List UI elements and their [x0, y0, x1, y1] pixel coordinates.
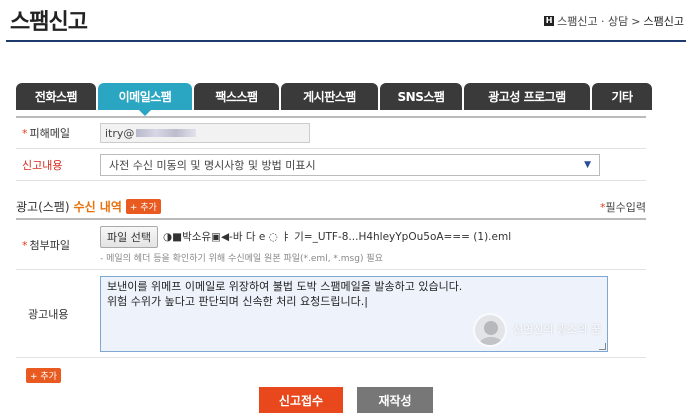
- victim-email-field[interactable]: itry@: [100, 123, 310, 143]
- victim-email-label: * 피해메일: [22, 127, 70, 140]
- home-icon[interactable]: H: [544, 16, 555, 26]
- page-title: 스팸신고: [10, 10, 88, 35]
- ad-content-label: 광고내용: [28, 307, 69, 321]
- tab-phone-spam[interactable]: 전화스팸: [16, 83, 96, 110]
- title-divider: [6, 40, 686, 42]
- received-ad-table: * 첨부파일 파일 선택 ◑■박소유▣◀-바 다 e ◌ ㅑ 기=_UTF-8..…: [16, 218, 646, 358]
- watermark: 선연신의 광초의 꿈: [473, 312, 601, 347]
- report-type-select[interactable]: 사전 수신 미동의 및 명시사항 및 방법 미표시 ▼: [100, 153, 600, 176]
- tab-ad-program[interactable]: 광고성 프로그램: [464, 83, 590, 110]
- tab-sns-spam[interactable]: SNS스팸: [380, 83, 462, 110]
- submit-report-button[interactable]: 신고접수: [259, 387, 343, 413]
- breadcrumb-path[interactable]: 스팸신고 · 상담: [557, 13, 628, 29]
- attachment-label: * 첨부파일: [22, 238, 70, 252]
- dropdown-arrow-icon: ▼: [584, 159, 591, 170]
- resize-handle[interactable]: [599, 342, 606, 350]
- add-row-button[interactable]: + 추가: [26, 368, 61, 383]
- required-mark: *: [22, 127, 28, 140]
- redacted-text: [136, 129, 197, 137]
- add-item-button[interactable]: + 추가: [125, 199, 161, 214]
- reporter-info-table: * 피해메일 itry@ 신고내용 사전 수신 미동의 및 명시사항 및 방법 미…: [16, 116, 646, 181]
- rewrite-button[interactable]: 재작성: [357, 387, 433, 413]
- tab-other[interactable]: 기타: [592, 83, 652, 110]
- tab-email-spam[interactable]: 이메일스팸: [98, 83, 192, 116]
- breadcrumb-separator: >: [631, 14, 641, 28]
- tab-board-spam[interactable]: 게시판스팸: [281, 83, 378, 110]
- avatar: [473, 312, 508, 347]
- required-note: *필수입력: [600, 200, 646, 214]
- breadcrumb-current: 스팸신고: [643, 15, 684, 28]
- ad-content-textarea[interactable]: 보낸이를 위메프 이메일로 위장하여 불법 도박 스팸메일을 발송하고 있습니다…: [100, 275, 608, 352]
- file-select-button[interactable]: 파일 선택: [100, 225, 158, 248]
- spam-type-tabs: 전화스팸 이메일스팸 팩스스팸 게시판스팸 SNS스팸 광고성 프로그램 기타: [16, 83, 652, 116]
- tab-fax-spam[interactable]: 팩스스팸: [194, 83, 279, 110]
- breadcrumb: H 스팸신고 · 상담 > 스팸신고: [544, 13, 684, 29]
- section-title: 광고(스팸) 수신 내역 + 추가: [16, 198, 161, 215]
- attachment-help-text: - 메일의 헤더 등을 확인하기 위해 수신메일 원본 파일(*.eml, *.…: [100, 253, 383, 264]
- selected-file-name: ◑■박소유▣◀-바 다 e ◌ ㅑ 기=_UTF-8...H4hleyYpOu5…: [162, 231, 512, 243]
- report-type-label: 신고내용: [22, 158, 63, 172]
